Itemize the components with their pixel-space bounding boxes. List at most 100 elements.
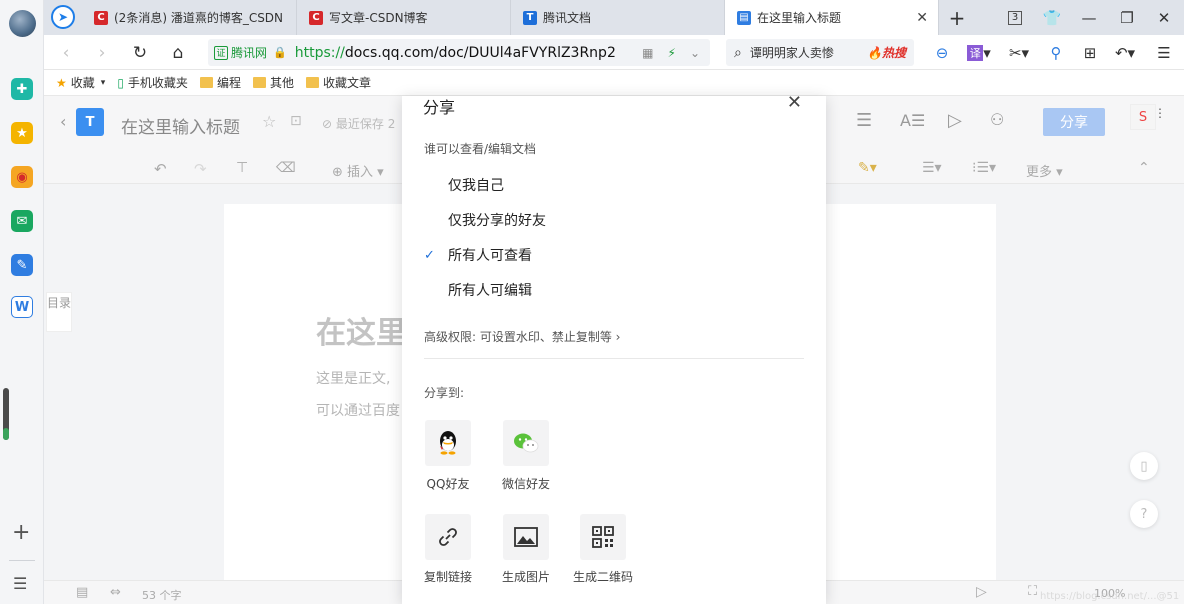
present-icon[interactable]: ▷ [948,110,962,131]
collapse-toolbar-icon[interactable]: ⌃ [1138,160,1150,176]
doc-title[interactable]: 在这里输入标题 [121,113,240,138]
insert-menu[interactable]: ⊕ 插入 ▾ [332,161,384,180]
align-icon[interactable]: ☰▾ [922,160,942,176]
close-icon[interactable]: ✕ [787,92,802,113]
doc-body-line[interactable]: 这里是正文, [316,368,390,388]
star-icon[interactable]: ☆ [262,112,276,131]
avatar[interactable] [9,10,36,37]
address-bar: ‹ › ↻ ⌂ 证 腾讯网 🔒 https://docs.qq.com/doc/… [44,35,1184,70]
translate-icon[interactable]: 译 ▾ [964,41,994,65]
star-icon: ★ [56,75,67,90]
magnifier-icon[interactable]: ⚲ [1044,41,1068,65]
fullscreen-icon[interactable]: ⛶ [1028,584,1037,599]
bookmark-folder-articles[interactable]: 收藏文章 [305,74,371,91]
tab-count-badge[interactable]: 3 [997,0,1033,35]
generate-image-button[interactable] [503,514,549,560]
speed-icon[interactable]: ⚡ [668,46,676,60]
tab-csdn-write[interactable]: C 写文章-CSDN博客 [297,0,511,35]
user-avatar[interactable]: S [1130,104,1156,130]
close-tab-icon[interactable]: ✕ [916,10,928,26]
outline-menu-icon[interactable]: ☰ [856,110,872,131]
advanced-permissions-link[interactable]: 高级权限: 可设置水印、禁止复制等 › [424,328,620,345]
folder-move-icon[interactable]: ⊡ [290,113,302,129]
redo-icon[interactable]: ↷ [194,160,207,178]
option-shared-friends[interactable]: 仅我分享的好友 [424,210,546,230]
tab-current-doc[interactable]: ▤ 在这里输入标题 ✕ [725,0,939,35]
undo-icon[interactable]: ↶ [154,160,167,178]
doc-body-line[interactable]: 可以通过百度 [316,400,400,420]
undo-icon[interactable]: ↶▾ [1110,41,1140,65]
tab-label: 写文章-CSDN博客 [329,11,428,25]
dock-menu-icon[interactable]: ☰ [13,574,27,593]
chevron-down-icon[interactable]: ▾ [101,78,106,88]
page-view-icon[interactable]: ▤ [76,585,88,600]
folder-icon [305,77,319,88]
notes-icon[interactable]: ✎ [11,254,33,276]
clear-format-icon[interactable]: ⌫ [276,160,296,176]
link-icon [439,528,457,546]
home-icon[interactable]: ⌂ [166,41,190,65]
format-painter-icon[interactable]: ⊤ [236,160,248,176]
doc-heading[interactable]: 在这里 [316,308,406,352]
page-width-icon[interactable]: ⇔ [110,585,121,600]
back-to-list-icon[interactable]: ‹ [60,112,66,131]
apps-grid-icon[interactable]: ⊞ [1078,41,1102,65]
share-target-label: 复制链接 [423,570,472,584]
mail-icon[interactable]: ✉ [11,210,33,232]
bookmark-mobile[interactable]: ▯ 手机收藏夹 [117,74,188,91]
search-field[interactable]: ⌕ 谭明明家人卖惨 🔥热搜 [726,39,914,66]
left-dock: ✚ ★ ◉ ✉ ✎ W + ☰ [0,0,44,604]
collaborator-icon[interactable]: ⚇ [990,110,1004,129]
minimize-icon[interactable]: — [1071,0,1107,35]
font-style-icon[interactable]: A☰ [900,111,925,130]
weibo-icon[interactable]: ◉ [11,166,33,188]
forward-icon[interactable]: › [90,41,114,65]
navigation-icon[interactable]: ➤ [51,5,75,29]
plugin-icon[interactable]: ✚ [11,78,33,100]
word-count: 53 个字 [142,589,182,602]
hot-search-label[interactable]: 🔥热搜 [867,44,906,61]
highlight-icon[interactable]: ✎▾ [858,160,877,176]
close-window-icon[interactable]: ✕ [1146,0,1182,35]
url-text[interactable]: https://docs.qq.com/doc/DUUl4aFVYRlZ3Rnp… [295,45,616,61]
more-vertical-icon[interactable]: ⋮ [1154,106,1166,120]
tab-csdn-blog[interactable]: C (2条消息) 潘道熹的博客_CSDN [82,0,297,35]
url-dropdown-icon[interactable]: ⌄ [690,46,700,60]
option-anyone-view[interactable]: ✓ 所有人可查看 [424,245,532,265]
option-anyone-edit[interactable]: 所有人可编辑 [424,280,532,300]
tab-tencent-docs[interactable]: T 腾讯文档 [511,0,725,35]
skin-icon[interactable]: 👕 [1034,0,1070,35]
search-query[interactable]: 谭明明家人卖惨 [750,44,834,61]
divider [424,358,804,359]
copy-link-button[interactable] [425,514,471,560]
restore-icon[interactable]: ❐ [1109,0,1145,35]
toc-tab[interactable]: 目录 [46,292,72,332]
minus-circle-icon[interactable]: ⊖ [930,41,954,65]
share-button[interactable]: 分享 [1043,108,1105,136]
url-field[interactable]: 证 腾讯网 🔒 https://docs.qq.com/doc/DUUl4aFV… [208,39,710,66]
reload-icon[interactable]: ↻ [128,41,152,65]
new-tab-button[interactable]: + [939,0,975,35]
bookmark-favorites[interactable]: ★ 收藏 ▾ [56,74,105,91]
generate-qrcode-button[interactable] [580,514,626,560]
permission-label: 谁可以查看/编辑文档 [424,142,537,156]
favorites-star-icon[interactable]: ★ [11,122,33,144]
bookmark-folder-programming[interactable]: 编程 [199,74,241,91]
list-icon[interactable]: ⁝☰▾ [972,160,996,176]
bookmark-folder-other[interactable]: 其他 [252,74,294,91]
more-menu[interactable]: 更多 ▾ [1026,161,1063,180]
note-icon[interactable]: ▯ [1130,452,1158,480]
add-icon[interactable]: + [12,522,30,544]
share-wechat-button[interactable] [503,420,549,466]
scissors-icon[interactable]: ✂▾ [1004,41,1034,65]
back-icon[interactable]: ‹ [54,41,78,65]
play-icon[interactable]: ▷ [976,584,987,600]
share-qq-button[interactable] [425,420,471,466]
tencent-docs-logo[interactable]: T [76,108,104,136]
browser-menu-icon[interactable]: ☰ [1152,41,1176,65]
qr-url-icon[interactable]: ▦ [642,46,653,60]
word-doc-icon[interactable]: W [11,296,33,318]
help-icon[interactable]: ? [1130,500,1158,528]
option-only-me[interactable]: 仅我自己 [424,175,504,195]
dock-scroll-indicator[interactable] [3,388,9,440]
